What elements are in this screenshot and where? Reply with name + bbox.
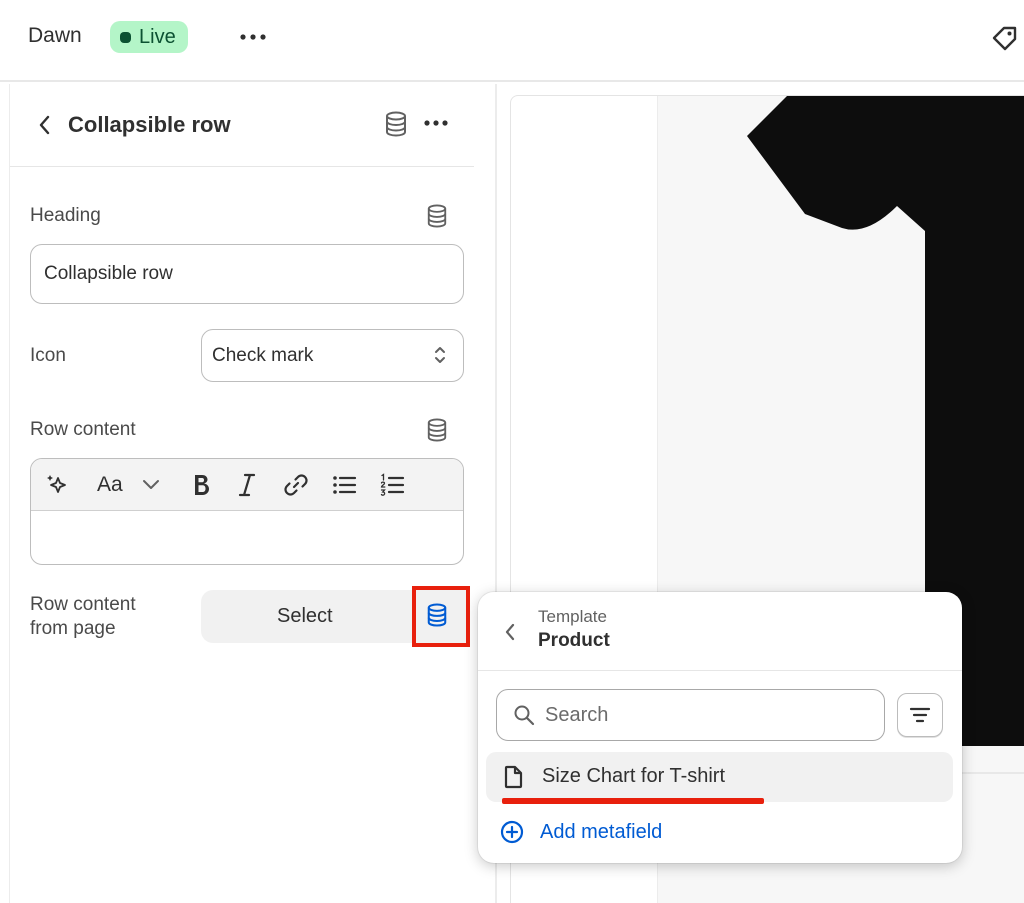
- database-icon: [427, 418, 447, 442]
- row-content-dynamic-source-button[interactable]: [426, 418, 448, 442]
- list-item[interactable]: Size Chart for T-shirt: [486, 752, 953, 802]
- heading-dynamic-source-button[interactable]: [426, 204, 448, 228]
- tag-icon: [992, 26, 1017, 51]
- icon-select[interactable]: Check mark: [201, 329, 464, 382]
- more-horizontal-icon: [240, 34, 266, 40]
- heading-label: Heading: [30, 205, 101, 226]
- row-content-from-page-label: Row content from page: [30, 593, 136, 641]
- popover-header: Template Product: [478, 592, 962, 671]
- more-horizontal-icon: [424, 120, 448, 126]
- status-badge-label: Live: [139, 25, 176, 48]
- search-icon: [514, 705, 535, 726]
- status-badge: Live: [110, 21, 188, 53]
- label-line-2: from page: [30, 618, 116, 639]
- editor-content[interactable]: [31, 511, 463, 564]
- bullet-list-button[interactable]: [331, 472, 357, 498]
- database-icon: [386, 111, 406, 137]
- back-button[interactable]: [38, 114, 52, 136]
- sparkle-icon: [47, 475, 66, 493]
- database-icon: [427, 204, 447, 228]
- panel-header: Collapsible row: [10, 84, 474, 167]
- magic-button[interactable]: [45, 472, 71, 498]
- text-style-dropdown[interactable]: [141, 476, 161, 494]
- text-style-label: Aa: [97, 473, 123, 496]
- page-icon: [502, 765, 524, 789]
- select-arrows-icon: [433, 344, 447, 366]
- select-button-label: Select: [277, 605, 333, 627]
- live-dot-icon: [120, 31, 131, 43]
- popover-subtitle: Template: [538, 607, 607, 626]
- more-actions-button[interactable]: [236, 28, 270, 44]
- icon-select-value: Check mark: [212, 344, 314, 366]
- text-style-button[interactable]: Aa: [97, 473, 123, 497]
- panel-title: Collapsible row: [68, 112, 231, 137]
- top-bar: Dawn Live: [0, 0, 1024, 82]
- add-metafield-label: Add metafield: [540, 820, 663, 843]
- numbered-list-icon: [380, 473, 405, 496]
- icon-label: Icon: [30, 345, 66, 366]
- search-input[interactable]: Search: [496, 689, 885, 741]
- list-item-label: Size Chart for T-shirt: [542, 765, 726, 787]
- panel-more-button[interactable]: [423, 119, 449, 127]
- bold-button[interactable]: [189, 472, 213, 498]
- search-placeholder: Search: [545, 703, 609, 726]
- link-button[interactable]: [283, 472, 309, 498]
- dynamic-source-button[interactable]: [384, 111, 408, 137]
- heading-input[interactable]: Collapsible row: [30, 244, 464, 304]
- link-icon: [284, 474, 308, 496]
- sidebar-divider: [9, 84, 10, 903]
- database-icon: [426, 603, 448, 627]
- filter-icon: [909, 707, 931, 723]
- tag-button[interactable]: [990, 24, 1020, 54]
- chevron-down-icon: [143, 480, 159, 489]
- row-content-label: Row content: [30, 419, 136, 440]
- row-content-editor: Aa: [30, 458, 464, 565]
- plus-circle-icon: [500, 820, 524, 844]
- chevron-left-icon: [505, 623, 515, 641]
- bullet-list-icon: [333, 476, 357, 494]
- bold-icon: [195, 475, 209, 495]
- dynamic-source-popover: Template Product Search Size Chart for T…: [478, 592, 962, 863]
- italic-icon: [238, 473, 256, 497]
- label-line-1: Row content: [30, 594, 136, 615]
- italic-button[interactable]: [236, 472, 258, 498]
- add-metafield-button[interactable]: Add metafield: [500, 820, 662, 844]
- popover-title: Product: [538, 630, 610, 651]
- dynamic-source-button-highlighted[interactable]: [412, 586, 470, 647]
- heading-input-value: Collapsible row: [44, 263, 173, 284]
- editor-toolbar: Aa: [31, 459, 463, 511]
- theme-name: Dawn: [28, 24, 82, 47]
- popover-back-button[interactable]: [504, 622, 516, 642]
- numbered-list-button[interactable]: [379, 472, 405, 498]
- filter-button[interactable]: [897, 693, 943, 737]
- chevron-left-icon: [39, 115, 50, 135]
- annotation-underline: [502, 798, 764, 804]
